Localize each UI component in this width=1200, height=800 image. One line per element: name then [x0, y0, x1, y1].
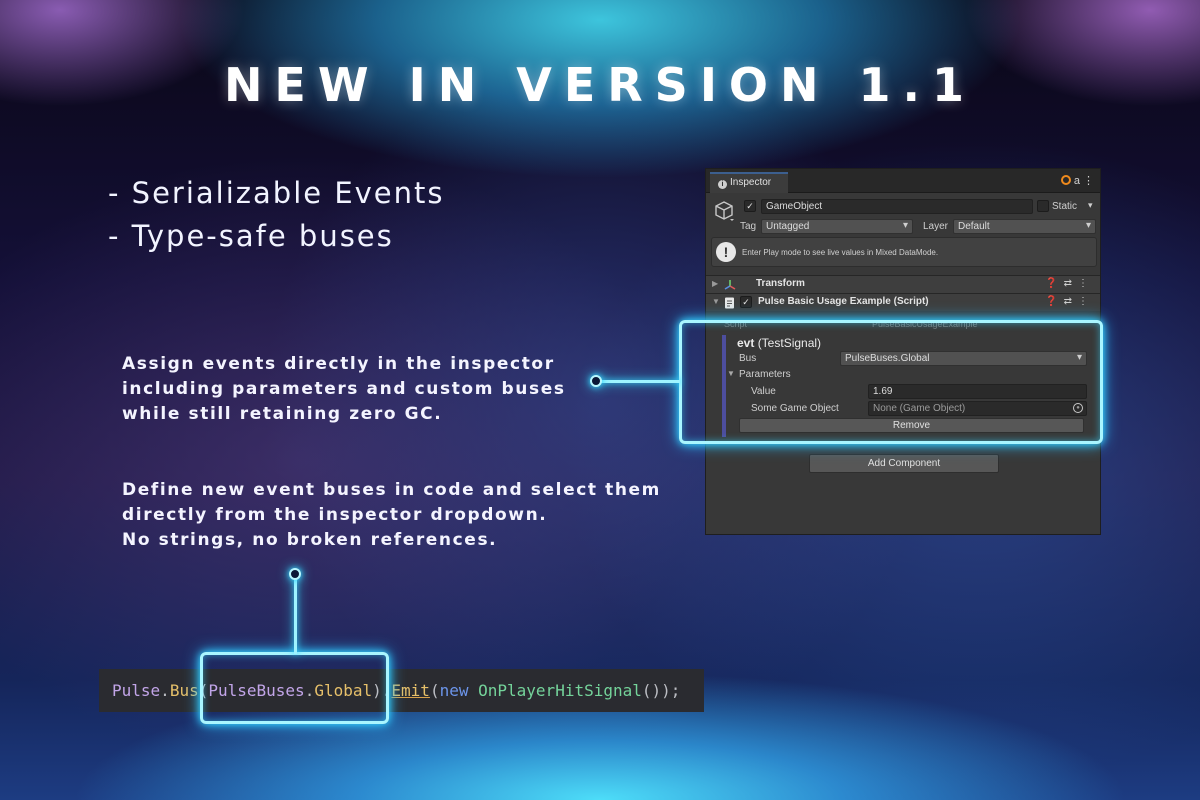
component-header-transform[interactable]: ▶ Transform ❓⇄⋮ [706, 275, 1100, 293]
more-menu-icon[interactable]: ⋮ [1078, 296, 1094, 307]
lock-icon[interactable]: a [1074, 175, 1080, 187]
code-line: Pulse.Bus(PulseBuses.Global).Emit(new On… [112, 681, 680, 701]
script-enabled-checkbox[interactable]: ✓ [740, 296, 752, 308]
script-file-icon [725, 297, 734, 309]
expand-arrow-icon[interactable]: ▶ [712, 279, 718, 288]
static-dropdown-icon[interactable]: ▾ [1088, 200, 1093, 211]
code-token: Pulse [112, 681, 161, 700]
description-line: No strings, no broken references. [122, 530, 498, 550]
feature-item: - Type-safe buses [108, 219, 394, 253]
tab-actions: a ⋮ [1060, 174, 1094, 187]
more-menu-icon[interactable]: ⋮ [1078, 278, 1094, 289]
component-name: Pulse Basic Usage Example (Script) [758, 296, 929, 307]
connector-line [600, 380, 680, 383]
component-header-script[interactable]: ▼ ✓ Pulse Basic Usage Example (Script) ❓… [706, 293, 1100, 311]
presets-icon[interactable]: ⇄ [1064, 278, 1078, 289]
help-message: Enter Play mode to see live values in Mi… [742, 248, 939, 257]
presets-icon[interactable]: ⇄ [1064, 296, 1078, 307]
code-token: OnPlayerHitSignal [478, 681, 642, 700]
warning-icon: ! [716, 242, 736, 262]
static-label: Static [1052, 201, 1078, 212]
help-box: ! Enter Play mode to see live values in … [711, 237, 1097, 267]
code-snippet: Pulse.Bus(PulseBuses.Global).Emit(new On… [99, 669, 704, 712]
inspector-tab-bar: i Inspector a ⋮ [706, 169, 1100, 193]
feature-item: - Serializable Events [108, 176, 445, 210]
layer-dropdown[interactable]: Default [953, 219, 1096, 234]
connector-line [294, 578, 297, 654]
transform-axes-icon [724, 280, 736, 290]
description-line: directly from the inspector dropdown. [122, 505, 548, 525]
component-actions: ❓⇄⋮ [1045, 278, 1094, 289]
connector-dot [289, 568, 301, 580]
component-actions: ❓⇄⋮ [1045, 296, 1094, 307]
connector-dot [590, 375, 602, 387]
code-token: new [439, 681, 469, 700]
code-token: Emit [391, 681, 430, 700]
layer-label: Layer [923, 221, 949, 232]
more-menu-icon[interactable]: ⋮ [1083, 175, 1094, 187]
tab-label: Inspector [730, 177, 772, 188]
inspector-description: Assign events directly in the inspector … [122, 352, 566, 427]
tag-label: Tag [740, 221, 757, 232]
code-token: ()); [641, 681, 681, 700]
tab-inspector[interactable]: i Inspector [710, 172, 788, 193]
gameobject-name-input[interactable]: GameObject [761, 199, 1033, 214]
code-highlight-box [200, 652, 389, 724]
description-line: Define new event buses in code and selec… [122, 480, 661, 500]
tag-dropdown[interactable]: Untagged [761, 219, 913, 234]
collapse-arrow-icon[interactable]: ▼ [712, 297, 720, 306]
debug-record-icon[interactable] [1060, 175, 1071, 185]
description-line: while still retaining zero GC. [122, 404, 443, 424]
gameobject-cube-icon [715, 201, 734, 221]
page-title: NEW IN VERSION 1.1 [223, 58, 977, 112]
feature-list: - Serializable Events - Type-safe buses [108, 172, 445, 258]
code-token: Bus [169, 681, 199, 700]
static-checkbox[interactable] [1037, 200, 1049, 212]
code-token: . [160, 681, 170, 700]
component-name: Transform [756, 278, 805, 289]
description-line: Assign events directly in the inspector [122, 354, 555, 374]
description-line: including parameters and custom buses [122, 379, 566, 399]
code-token: ( [429, 681, 440, 700]
inspector-highlight-box [679, 320, 1103, 444]
help-icon[interactable]: ❓ [1045, 296, 1063, 307]
info-icon: i [718, 180, 727, 189]
buses-description: Define new event buses in code and selec… [122, 478, 661, 553]
active-checkbox[interactable]: ✓ [744, 200, 756, 212]
help-icon[interactable]: ❓ [1045, 278, 1063, 289]
add-component-button[interactable]: Add Component [809, 454, 999, 473]
